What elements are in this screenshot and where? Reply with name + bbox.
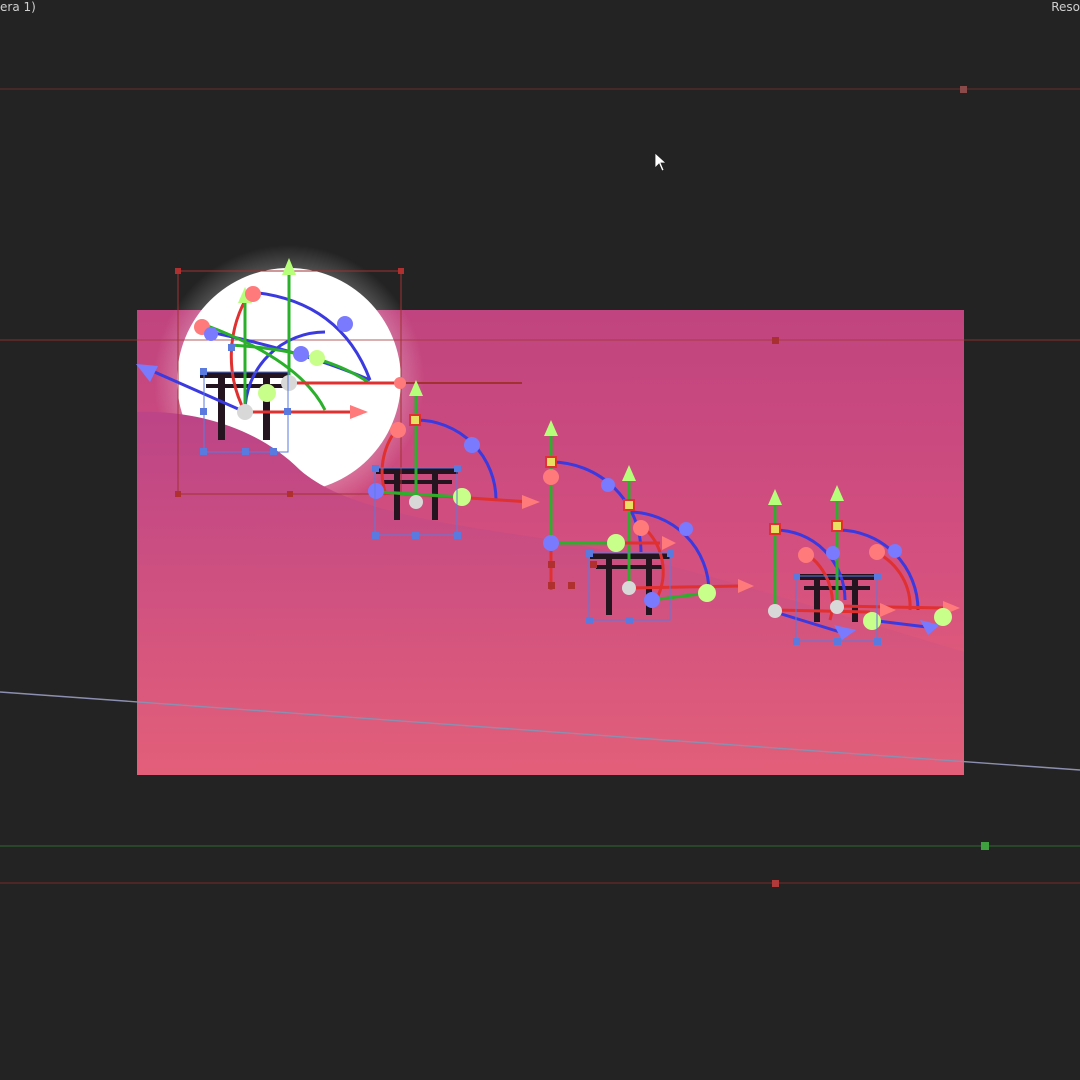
scene-center-handle [772, 337, 779, 344]
guide-handle-top [960, 86, 967, 93]
guide-handle-bottom [772, 880, 779, 887]
arrow-cursor-icon [654, 152, 668, 172]
viewport-canvas[interactable] [0, 0, 1080, 1080]
guide-handle-green [981, 842, 989, 850]
3d-viewport[interactable]: era 1) Reso [0, 0, 1080, 1080]
